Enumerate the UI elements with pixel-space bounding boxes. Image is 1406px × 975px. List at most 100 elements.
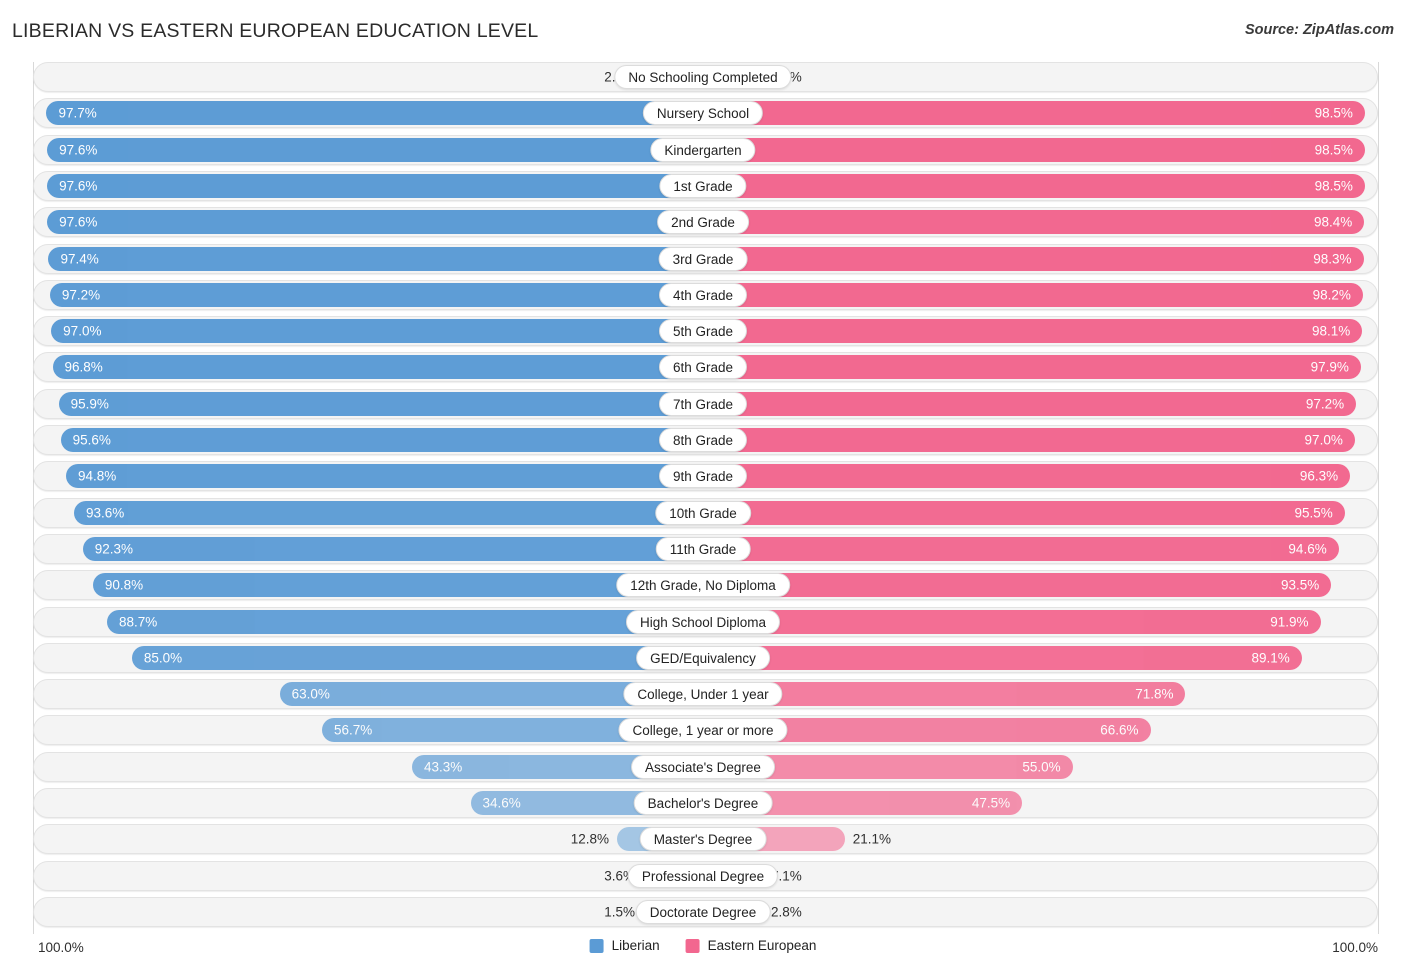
chart-header: LIBERIAN VS EASTERN EUROPEAN EDUCATION L… xyxy=(0,0,1406,58)
bar-left-liberian: 95.9% xyxy=(59,392,703,416)
legend-swatch-icon xyxy=(686,939,700,953)
chart-row: 34.6%47.5%Bachelor's Degree xyxy=(14,788,1392,818)
chart-row: 97.6% 98.5% Kindergarten xyxy=(14,135,1392,165)
bar-left-liberian: 97.4% xyxy=(48,247,703,271)
bar-value-left: 97.2% xyxy=(62,287,100,302)
bar-right-eastern-european: 97.2% xyxy=(703,392,1356,416)
chart-row: 95.6% 97.0%8th Grade xyxy=(14,425,1392,455)
bar-left-liberian: 93.6% xyxy=(74,501,703,525)
bar-value-right: 55.0% xyxy=(1022,759,1060,774)
bar-value-right: 91.9% xyxy=(1270,614,1308,629)
chart-row: 94.8%96.3%9th Grade xyxy=(14,461,1392,491)
bar-value-left: 92.3% xyxy=(95,541,133,556)
bar-value-right: 47.5% xyxy=(972,796,1010,811)
bar-value-right: 93.5% xyxy=(1281,578,1319,593)
bar-left-liberian: 97.0% xyxy=(51,319,703,343)
legend-label: Liberian xyxy=(612,938,660,953)
bar-value-left: 34.6% xyxy=(483,796,521,811)
bar-value-left: 43.3% xyxy=(424,759,462,774)
category-label-pill: High School Diploma xyxy=(626,610,780,634)
bar-value-right: 94.6% xyxy=(1288,541,1326,556)
bar-right-eastern-european: 98.5% xyxy=(703,101,1365,125)
axis-max-label: 100.0% xyxy=(1332,940,1378,955)
chart-row: 56.7%66.6%College, 1 year or more xyxy=(14,715,1392,745)
bar-left-liberian: 94.8% xyxy=(66,464,703,488)
legend-item[interactable]: Liberian xyxy=(590,938,660,953)
bar-left-liberian: 95.6% xyxy=(61,428,703,452)
bar-value-right: 97.2% xyxy=(1306,396,1344,411)
chart-row: 43.3% 55.0% Associate's Degree xyxy=(14,752,1392,782)
chart-row: 97.6%98.5%1st Grade xyxy=(14,171,1392,201)
category-label-pill: 6th Grade xyxy=(659,355,747,379)
bar-right-eastern-european: 97.0% xyxy=(703,428,1355,452)
category-label-pill: 8th Grade xyxy=(659,428,747,452)
bar-value-left: 90.8% xyxy=(105,578,143,593)
bar-value-left: 97.4% xyxy=(60,251,98,266)
category-label-pill: Associate's Degree xyxy=(631,755,775,779)
bar-value-right: 98.5% xyxy=(1315,142,1353,157)
category-label-pill: Kindergarten xyxy=(650,138,755,162)
bar-left-liberian: 96.8% xyxy=(53,355,703,379)
bar-value-left: 97.6% xyxy=(59,178,97,193)
category-label-pill: No Schooling Completed xyxy=(614,65,791,89)
bar-value-left: 93.6% xyxy=(86,505,124,520)
bar-value-right: 98.3% xyxy=(1313,251,1351,266)
category-label-pill: Master's Degree xyxy=(640,827,767,851)
bar-value-left: 85.0% xyxy=(144,650,182,665)
page-title: LIBERIAN VS EASTERN EUROPEAN EDUCATION L… xyxy=(12,20,538,43)
chart-row: 97.0%98.1%5th Grade xyxy=(14,316,1392,346)
bar-right-eastern-european: 93.5% xyxy=(703,573,1331,597)
bar-right-eastern-european: 89.1% xyxy=(703,646,1302,670)
bar-right-eastern-european: 98.4% xyxy=(703,210,1364,234)
bar-value-left: 63.0% xyxy=(292,687,330,702)
chart-row: 97.6%98.4%2nd Grade xyxy=(14,207,1392,237)
chart-page: LIBERIAN VS EASTERN EUROPEAN EDUCATION L… xyxy=(0,0,1406,975)
bar-left-liberian: 97.7% xyxy=(46,101,703,125)
bar-value-left: 97.6% xyxy=(59,215,97,230)
bar-value-right: 2.8% xyxy=(771,904,802,919)
bar-left-liberian: 97.6% xyxy=(47,210,703,234)
bar-value-right: 98.4% xyxy=(1314,215,1352,230)
bar-right-eastern-european: 91.9% xyxy=(703,610,1321,634)
bar-value-right: 98.2% xyxy=(1313,287,1351,302)
category-label-pill: 12th Grade, No Diploma xyxy=(616,573,790,597)
bar-right-eastern-european: 98.5% xyxy=(703,138,1365,162)
chart-row: 90.8% 93.5% 12th Grade, No Diploma xyxy=(14,570,1392,600)
legend-swatch-icon xyxy=(590,939,604,953)
chart-row: 93.6% 95.5%10th Grade xyxy=(14,498,1392,528)
bar-left-liberian: 97.6% xyxy=(47,174,703,198)
bar-value-left: 88.7% xyxy=(119,614,157,629)
bar-value-left: 97.0% xyxy=(63,324,101,339)
bar-left-liberian: 92.3% xyxy=(83,537,703,561)
bar-value-left: 97.7% xyxy=(58,106,96,121)
bar-value-left: 96.8% xyxy=(65,360,103,375)
category-label-pill: 11th Grade xyxy=(656,537,751,561)
chart-row: 12.8% 21.1% Master's Degree xyxy=(14,824,1392,854)
bar-right-eastern-european: 98.3% xyxy=(703,247,1364,271)
bar-right-eastern-european: 98.5% xyxy=(703,174,1365,198)
category-label-pill: Doctorate Degree xyxy=(636,900,771,924)
bar-value-right: 21.1% xyxy=(853,832,891,847)
bar-value-left: 56.7% xyxy=(334,723,372,738)
bar-value-right: 98.5% xyxy=(1315,106,1353,121)
chart-row: 97.2%98.2%4th Grade xyxy=(14,280,1392,310)
chart-row: 63.0%71.8%College, Under 1 year xyxy=(14,679,1392,709)
chart-legend: Liberian Eastern European xyxy=(590,938,817,953)
legend-label: Eastern European xyxy=(708,938,817,953)
bar-right-eastern-european: 98.2% xyxy=(703,283,1363,307)
category-label-pill: 3rd Grade xyxy=(659,247,748,271)
bar-value-left: 1.5% xyxy=(604,904,635,919)
bar-value-right: 89.1% xyxy=(1251,650,1289,665)
legend-item[interactable]: Eastern European xyxy=(686,938,817,953)
bar-left-liberian: 90.8% xyxy=(93,573,703,597)
category-label-pill: Nursery School xyxy=(643,101,763,125)
bar-value-left: 12.8% xyxy=(571,832,609,847)
bar-value-right: 98.5% xyxy=(1315,178,1353,193)
bar-value-right: 66.6% xyxy=(1100,723,1138,738)
bar-value-left: 97.6% xyxy=(59,142,97,157)
chart-row: 92.3% 94.6% 11th Grade xyxy=(14,534,1392,564)
category-label-pill: 10th Grade xyxy=(655,501,751,525)
bar-value-left: 95.6% xyxy=(73,433,111,448)
chart-row: 95.9%97.2%7th Grade xyxy=(14,389,1392,419)
bar-right-eastern-european: 95.5% xyxy=(703,501,1345,525)
